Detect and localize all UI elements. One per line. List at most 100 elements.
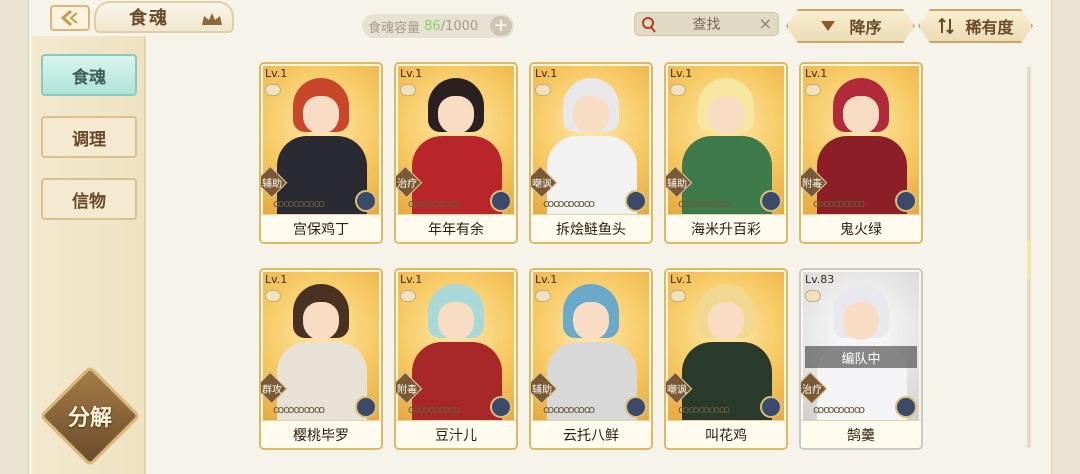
card-name: 云托八鲜 [531,420,651,448]
card-role: 治疗 [397,179,417,190]
sidebar-tab-label: 调理 [72,129,106,150]
character-face [438,96,474,134]
character-face [708,302,744,340]
star-rating: ꝏꝏꝏꝏꝏ [408,197,460,210]
food-soul-card[interactable]: Lv.1 辅助 ꝏꝏꝏꝏꝏ 海米升百彩 [664,62,788,244]
character-face [573,302,609,340]
card-role: 嘲讽 [667,385,687,396]
lock-badge-icon [400,84,416,96]
sidebar-tab-cooking[interactable]: 调理 [41,116,137,158]
card-level: Lv.1 [805,67,828,80]
element-orb-icon [625,396,647,418]
lock-badge-icon [535,290,551,302]
star-rating: ꝏꝏꝏꝏꝏ [273,197,325,210]
search-placeholder: 查找 [692,17,721,33]
sidebar-tab-label: 信物 [72,191,106,212]
element-orb-icon [490,190,512,212]
character-face [708,96,744,134]
element-orb-icon [490,396,512,418]
sort-down-icon [819,19,837,33]
star-rating: ꝏꝏꝏꝏꝏ [543,403,595,416]
card-name: 鹄羹 [801,420,921,448]
card-level: Lv.83 [805,273,835,286]
scrollbar-thumb[interactable] [1027,240,1031,280]
sidebar-tab-label: 食魂 [72,67,106,88]
search-field[interactable]: 查找 × [634,12,779,36]
card-name: 樱桃毕罗 [261,420,381,448]
element-orb-icon [895,396,917,418]
decompose-button[interactable]: 分解 [54,380,126,452]
lock-badge-icon [535,84,551,96]
sort-order-label: 降序 [849,18,882,37]
card-name: 年年有余 [396,214,516,242]
card-level: Lv.1 [265,67,288,80]
star-rating: ꝏꝏꝏꝏꝏ [813,197,865,210]
card-name: 宫保鸡丁 [261,214,381,242]
back-arrow-icon [60,9,78,27]
capacity-current: 86 [424,18,441,34]
page-title: 食魂 [129,8,169,29]
element-orb-icon [760,396,782,418]
lock-badge-icon [805,84,821,96]
element-orb-icon [760,190,782,212]
sidebar-tab-food-soul[interactable]: 食魂 [41,54,137,96]
sort-order-button[interactable]: 降序 [786,9,915,43]
add-capacity-button[interactable]: + [490,16,512,36]
card-role: 附毒 [802,179,822,190]
food-soul-card[interactable]: Lv.1 附毒 ꝏꝏꝏꝏꝏ 豆汁儿 [394,268,518,450]
back-button[interactable] [50,5,90,31]
card-level: Lv.1 [670,273,693,286]
food-soul-card[interactable]: Lv.1 嘲讽 ꝏꝏꝏꝏꝏ 叫花鸡 [664,268,788,450]
rarity-sort-button[interactable]: 稀有度 [918,9,1033,43]
character-face [843,302,879,340]
capacity-label: 食魂容量 [368,20,421,36]
lock-badge-icon [670,84,686,96]
card-name: 鬼火绿 [801,214,921,242]
star-rating: ꝏꝏꝏꝏꝏ [273,403,325,416]
element-orb-icon [625,190,647,212]
element-orb-icon [895,190,917,212]
food-soul-card[interactable]: Lv.1 辅助 ꝏꝏꝏꝏꝏ 宫保鸡丁 [259,62,383,244]
food-soul-card[interactable]: Lv.83 治疗 ꝏꝏꝏꝏꝏ 鹄羹 编队中 [799,268,923,450]
lock-badge-icon [400,290,416,302]
card-role: 附毒 [397,385,417,396]
character-face [438,302,474,340]
lock-badge-icon [805,290,821,302]
card-level: Lv.1 [535,273,558,286]
food-soul-card[interactable]: Lv.1 辅助 ꝏꝏꝏꝏꝏ 云托八鲜 [529,268,653,450]
food-soul-card[interactable]: Lv.1 嘲讽 ꝏꝏꝏꝏꝏ 拆烩鲢鱼头 [529,62,653,244]
card-role: 治疗 [802,385,822,396]
element-orb-icon [355,190,377,212]
right-edge [1052,0,1080,474]
clear-search-icon[interactable]: × [759,14,772,33]
food-soul-card[interactable]: Lv.1 群攻 ꝏꝏꝏꝏꝏ 樱桃毕罗 [259,268,383,450]
character-face [303,96,339,134]
element-orb-icon [355,396,377,418]
character-face [573,96,609,134]
sidebar-tab-token[interactable]: 信物 [41,178,137,220]
card-name: 叫花鸡 [666,420,786,448]
card-level: Lv.1 [670,67,693,80]
lock-badge-icon [265,84,281,96]
in-team-status: 编队中 [805,346,917,368]
capacity-display: 食魂容量 86 /1000 + [362,14,514,38]
card-name: 海米升百彩 [666,214,786,242]
card-level: Lv.1 [535,67,558,80]
star-rating: ꝏꝏꝏꝏꝏ [678,403,730,416]
character-face [303,302,339,340]
food-soul-card[interactable]: Lv.1 附毒 ꝏꝏꝏꝏꝏ 鬼火绿 [799,62,923,244]
card-role: 嘲讽 [532,179,552,190]
card-level: Lv.1 [265,273,288,286]
crown-icon [202,13,222,25]
food-soul-card[interactable]: Lv.1 治疗 ꝏꝏꝏꝏꝏ 年年有余 [394,62,518,244]
card-name: 豆汁儿 [396,420,516,448]
card-role: 群攻 [262,385,282,396]
page-title-tab: 食魂 [94,1,234,33]
capacity-max: /1000 [440,18,479,34]
card-level: Lv.1 [400,273,423,286]
card-role: 辅助 [667,179,687,190]
lock-badge-icon [265,290,281,302]
left-edge [0,0,28,474]
character-face [843,96,879,134]
star-rating: ꝏꝏꝏꝏꝏ [408,403,460,416]
